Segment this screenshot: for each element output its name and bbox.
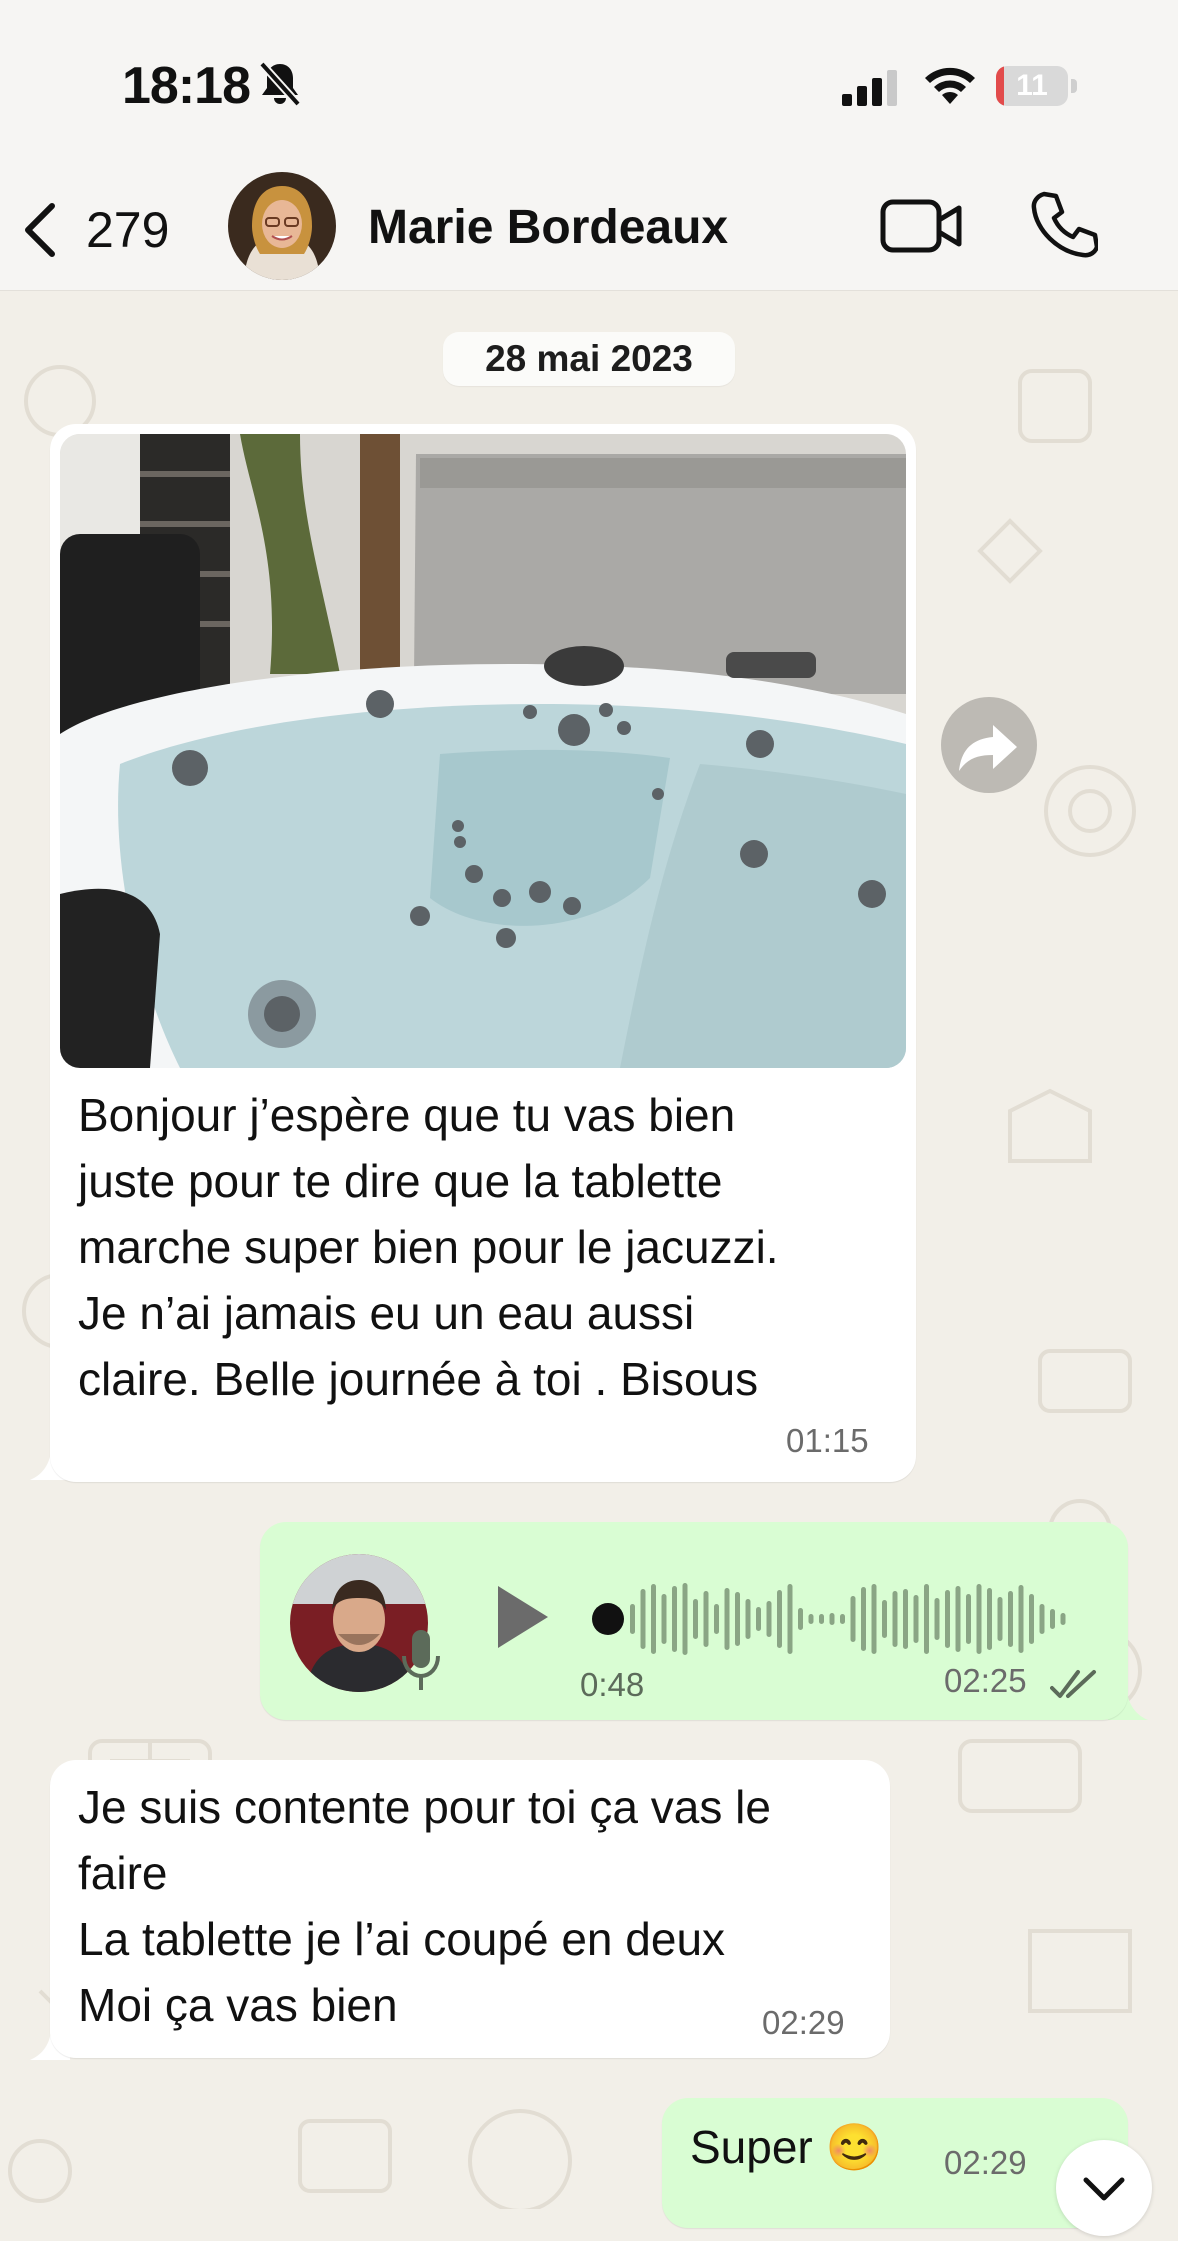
waveform-bar	[840, 1614, 845, 1624]
incoming-text-message[interactable]: Je suis contente pour toi ça vas le fair…	[50, 1760, 890, 2058]
battery-level: 11	[1016, 69, 1048, 102]
waveform-bar	[819, 1614, 824, 1624]
phone-icon[interactable]	[1030, 190, 1098, 258]
waveform-bar	[714, 1604, 719, 1634]
waveform-bar	[640, 1589, 646, 1649]
double-check-icon	[1050, 1670, 1096, 1698]
waveform-bar	[724, 1588, 730, 1650]
waveform-bar	[1039, 1604, 1045, 1634]
play-icon[interactable]	[492, 1582, 552, 1652]
waveform-bar	[630, 1604, 635, 1634]
waveform-bar	[997, 1597, 1003, 1641]
voice-duration: 0:48	[580, 1666, 645, 1703]
waveform-bar	[882, 1600, 887, 1638]
waveform-bar	[735, 1592, 740, 1646]
chat-header: 279 Marie Bordeaux	[0, 170, 1178, 291]
video-camera-icon[interactable]	[880, 196, 964, 256]
waveform-bar	[756, 1607, 761, 1631]
contact-avatar[interactable]	[228, 172, 336, 280]
waveform-bar	[787, 1584, 793, 1654]
waveform-bar	[672, 1586, 677, 1652]
waveform-bar	[745, 1599, 751, 1639]
message-time: 02:29	[944, 2144, 1027, 2181]
message-time: 02:29	[762, 2004, 845, 2041]
waveform-bar	[861, 1587, 866, 1651]
chevron-down-icon	[1083, 2177, 1125, 2201]
waveform-bar	[945, 1590, 950, 1648]
microphone-icon	[402, 1630, 440, 1690]
waveform-bar	[976, 1584, 982, 1654]
waveform-bar	[1018, 1585, 1024, 1653]
waveform-bar	[1060, 1613, 1066, 1625]
waveform-bar	[955, 1586, 961, 1652]
date-separator: 28 mai 2023	[443, 332, 735, 386]
battery-indicator: 11	[996, 66, 1078, 106]
forward-arrow-icon	[959, 725, 1017, 771]
voice-waveform[interactable]	[590, 1574, 1070, 1664]
message-time: 01:15	[786, 1422, 869, 1459]
cellular-signal-icon	[842, 70, 897, 106]
waveform-bar	[850, 1596, 856, 1642]
waveform-bar	[693, 1599, 698, 1639]
message-text: Super 😊	[690, 2121, 883, 2173]
waveform-bar	[913, 1595, 919, 1643]
unread-count: 279	[86, 202, 170, 258]
waveform-bar	[829, 1613, 835, 1625]
message-text: Bonjour j’espère que tu vas bien juste p…	[78, 1089, 779, 1405]
waveform-bar	[871, 1584, 877, 1654]
waveform-bar	[903, 1589, 908, 1649]
status-time: 18:18	[122, 57, 251, 115]
waveform-bar	[892, 1591, 898, 1647]
outgoing-voice-message: 0:48 02:25	[260, 1522, 1128, 1720]
waveform-bar	[661, 1594, 667, 1644]
waveform-bar	[777, 1590, 782, 1648]
waveform-bar	[651, 1584, 656, 1654]
back-button[interactable]: 279	[20, 190, 190, 270]
incoming-image-message[interactable]: Bonjour j’espère que tu vas bien juste p…	[50, 424, 916, 1482]
waveform-bar	[798, 1608, 803, 1630]
playback-position-dot[interactable]	[592, 1603, 624, 1635]
forward-button[interactable]	[941, 697, 1037, 793]
waveform-bar	[808, 1614, 814, 1624]
wifi-icon	[925, 67, 975, 104]
jacuzzi-photo[interactable]	[60, 434, 906, 1068]
waveform-bar	[703, 1591, 709, 1647]
status-bar: 18:18 11	[0, 0, 1178, 170]
chevron-left-icon	[25, 203, 55, 257]
waveform-bar	[966, 1594, 971, 1644]
waveform-bar	[924, 1584, 929, 1654]
waveform-bar	[766, 1601, 772, 1637]
bell-slash-icon	[259, 61, 301, 107]
contact-name[interactable]: Marie Bordeaux	[368, 200, 728, 255]
waveform-bar	[987, 1588, 992, 1650]
waveform-bar	[934, 1598, 940, 1640]
waveform-bar	[682, 1583, 688, 1655]
scroll-to-bottom-button[interactable]	[1056, 2140, 1152, 2236]
waveform-bar	[1008, 1591, 1013, 1647]
message-time: 02:25	[944, 1662, 1027, 1699]
message-text: Je suis contente pour toi ça vas le fair…	[78, 1781, 771, 2031]
waveform-bar	[1050, 1609, 1055, 1629]
waveform-bar	[1029, 1594, 1034, 1644]
